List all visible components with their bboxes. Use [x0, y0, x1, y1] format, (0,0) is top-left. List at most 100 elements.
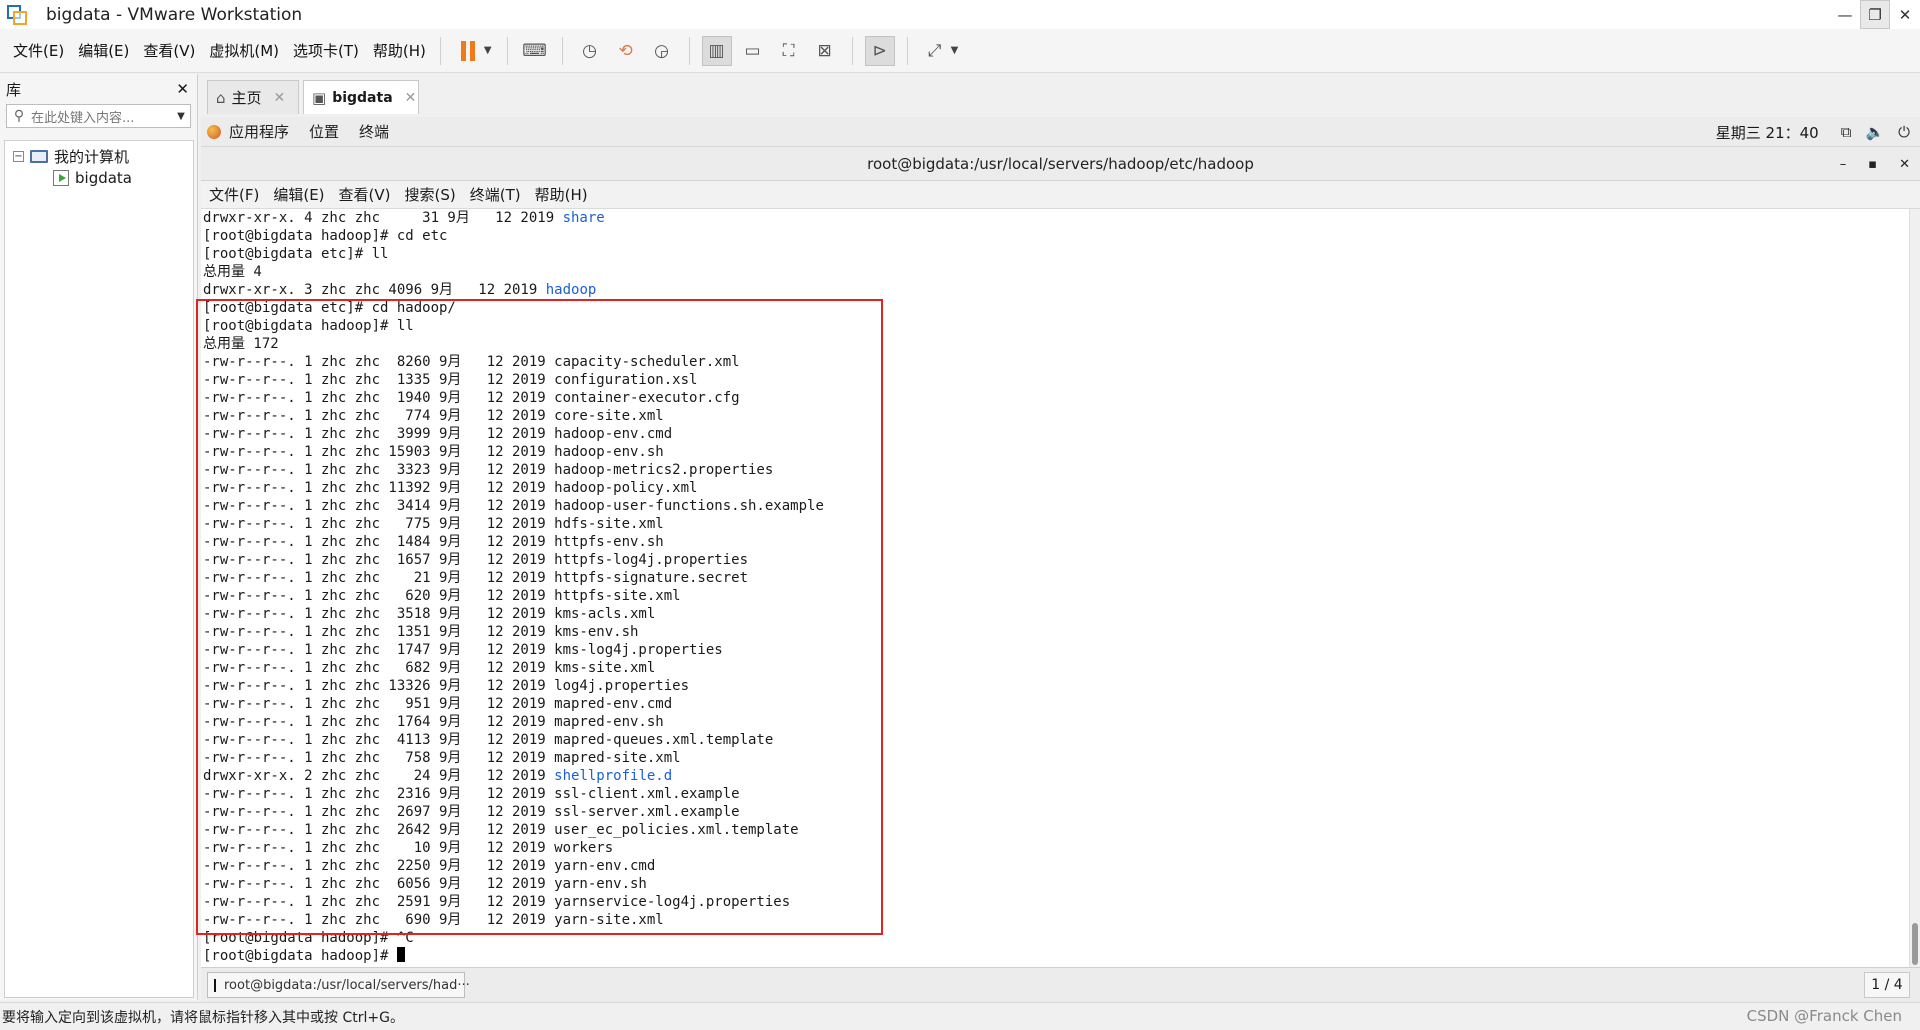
volume-icon[interactable]: 🔈: [1865, 123, 1884, 141]
menu-tabs[interactable]: 选项卡(T): [293, 40, 359, 61]
terminal-line: -rw-r--r--. 1 zhc zhc 951 9月 12 2019 map…: [203, 695, 672, 713]
applications-label: 应用程序: [229, 123, 290, 141]
terminal-line: -rw-r--r--. 1 zhc zhc 774 9月 12 2019 cor…: [203, 407, 664, 425]
terminal-line-text: -rw-r--r--. 1 zhc zhc 1657 9月 12 2019 ht…: [203, 552, 749, 568]
keyboard-icon: ⌨: [522, 40, 547, 61]
unity-button[interactable]: ⊠: [810, 36, 840, 66]
stretch-button[interactable]: ⤢: [920, 36, 950, 66]
terminal-line: 总用量 172: [203, 335, 279, 353]
terminal-menu[interactable]: 终端: [359, 121, 389, 142]
terminal-line: drwxr-xr-x. 2 zhc zhc 24 9月 12 2019 shel…: [203, 767, 672, 785]
snapshot-button[interactable]: ◷: [575, 36, 605, 66]
terminal-line-text: -rw-r--r--. 1 zhc zhc 1747 9月 12 2019 km…: [203, 642, 723, 658]
library-title: 库: [6, 80, 22, 99]
terminal-menu-terminal[interactable]: 终端(T): [470, 184, 521, 205]
terminal-line: -rw-r--r--. 1 zhc zhc 1335 9月 12 2019 co…: [203, 371, 697, 389]
terminal-line: [root@bigdata etc]# cd hadoop/: [203, 299, 456, 317]
terminal-line: [root@bigdata etc]# ll: [203, 245, 388, 263]
terminal-line: -rw-r--r--. 1 zhc zhc 620 9月 12 2019 htt…: [203, 587, 681, 605]
terminal-line-text: -rw-r--r--. 1 zhc zhc 951 9月 12 2019 map…: [203, 696, 673, 712]
terminal-line-text: -rw-r--r--. 1 zhc zhc 1940 9月 12 2019 co…: [203, 390, 740, 406]
tree-item-bigdata[interactable]: bigdata: [5, 167, 193, 189]
menu-view[interactable]: 查看(V): [143, 40, 195, 61]
terminal-close-button[interactable]: ✕: [1899, 157, 1910, 172]
console-view-button[interactable]: ⊳: [864, 35, 895, 66]
tab-close-icon[interactable]: ✕: [274, 90, 286, 106]
terminal-line-text: [root@bigdata hadoop]# ^C: [203, 930, 414, 946]
pause-icon: [460, 40, 475, 61]
full-screen-button[interactable]: ⛶: [774, 36, 804, 66]
vmware-logo-icon: [6, 4, 28, 26]
terminal-line-text: drwxr-xr-x. 2 zhc zhc 24 9月 12 2019: [203, 768, 555, 784]
menu-edit[interactable]: 编辑(E): [78, 40, 129, 61]
tree-item-label: 我的计算机: [54, 147, 130, 166]
terminal-output[interactable]: drwxr-xr-x. 4 zhc zhc 31 9月 12 2019 shar…: [201, 209, 1909, 967]
search-dropdown-icon[interactable]: ▼: [172, 111, 190, 122]
tree-item-my-computer[interactable]: − 我的计算机: [5, 145, 193, 167]
terminal-menu-file[interactable]: 文件(F): [209, 184, 259, 205]
computer-icon: [30, 149, 48, 163]
taskbar-terminal-item[interactable]: root@bigdata:/usr/local/servers/had···: [207, 972, 470, 998]
show-library-button[interactable]: ▥: [701, 35, 732, 66]
terminal-line: -rw-r--r--. 1 zhc zhc 1940 9月 12 2019 co…: [203, 389, 740, 407]
window-title: bigdata - VMware Workstation: [46, 4, 303, 25]
send-ctrl-alt-del-button[interactable]: ⌨: [520, 36, 550, 66]
snapshot-manager-button[interactable]: ◶: [647, 36, 677, 66]
pause-dropdown-icon[interactable]: ▼: [484, 45, 492, 56]
terminal-line: [root@bigdata hadoop]# cd etc: [203, 227, 447, 245]
search-icon: ⚲: [13, 108, 25, 124]
terminal-menu-view[interactable]: 查看(V): [339, 184, 391, 205]
library-search-input[interactable]: ⚲ 在此处键入内容... ▼: [6, 104, 191, 128]
power-icon[interactable]: ⏻: [1898, 123, 1910, 141]
terminal-line: -rw-r--r--. 1 zhc zhc 21 9月 12 2019 http…: [203, 569, 748, 587]
terminal-line: -rw-r--r--. 1 zhc zhc 2591 9月 12 2019 ya…: [203, 893, 790, 911]
restore-button[interactable]: ❐: [1860, 0, 1890, 29]
terminal-line-text: -rw-r--r--. 1 zhc zhc 10 9月 12 2019 work…: [203, 840, 614, 856]
watermark: CSDN @Franck Chen: [1746, 1007, 1902, 1025]
applications-menu[interactable]: 应用程序: [207, 121, 289, 142]
terminal-line: -rw-r--r--. 1 zhc zhc 3999 9月 12 2019 ha…: [203, 425, 672, 443]
terminal-line-text: -rw-r--r--. 1 zhc zhc 2591 9月 12 2019 ya…: [203, 894, 791, 910]
terminal-line: -rw-r--r--. 1 zhc zhc 3414 9月 12 2019 ha…: [203, 497, 824, 515]
terminal-scrollbar[interactable]: [1909, 209, 1920, 967]
tab-home[interactable]: ⌂ 主页 ✕: [207, 80, 299, 114]
places-menu[interactable]: 位置: [309, 121, 339, 142]
terminal-line: -rw-r--r--. 1 zhc zhc 1484 9月 12 2019 ht…: [203, 533, 664, 551]
show-thumbnail-bar-button[interactable]: ▭: [738, 36, 768, 66]
terminal-line-text: [root@bigdata hadoop]#: [203, 948, 397, 964]
terminal-line-text: -rw-r--r--. 1 zhc zhc 4113 9月 12 2019 ma…: [203, 732, 774, 748]
terminal-line: 总用量 4: [203, 263, 262, 281]
network-icon[interactable]: ⧉: [1841, 123, 1852, 141]
terminal-menu-edit[interactable]: 编辑(E): [273, 184, 324, 205]
menu-file[interactable]: 文件(E): [13, 40, 64, 61]
terminal-maximize-button[interactable]: ▪: [1868, 157, 1877, 172]
minimize-button[interactable]: —: [1830, 0, 1860, 29]
collapse-icon[interactable]: −: [13, 150, 24, 162]
terminal-menu-search[interactable]: 搜索(S): [405, 184, 456, 205]
stretch-dropdown-icon[interactable]: ▼: [951, 45, 959, 56]
terminal-line-text: 总用量 172: [203, 336, 279, 352]
menu-help[interactable]: 帮助(H): [373, 40, 426, 61]
library-panel: 库 ✕ ⚲ 在此处键入内容... ▼ − 我的计算机 bigdata: [0, 74, 198, 1000]
terminal-line: -rw-r--r--. 1 zhc zhc 11392 9月 12 2019 h…: [203, 479, 697, 497]
terminal-line-text: [root@bigdata hadoop]# cd etc: [203, 228, 448, 244]
tab-bigdata[interactable]: ▣ bigdata ✕: [303, 80, 419, 114]
applications-icon: [207, 124, 221, 139]
tab-label: 主页: [231, 89, 262, 107]
console-icon: ⊳: [872, 40, 887, 61]
menu-vm[interactable]: 虚拟机(M): [209, 40, 279, 61]
scroll-thumb[interactable]: [1912, 923, 1918, 965]
close-button[interactable]: ✕: [1890, 0, 1920, 29]
revert-snapshot-button[interactable]: ⟲: [611, 36, 641, 66]
library-close-icon[interactable]: ✕: [176, 80, 189, 98]
clock[interactable]: 星期三 21：40: [1716, 122, 1819, 143]
terminal-line: -rw-r--r--. 1 zhc zhc 2697 9月 12 2019 ss…: [203, 803, 740, 821]
terminal-minimize-button[interactable]: –: [1840, 157, 1847, 172]
pause-button[interactable]: [453, 36, 483, 66]
tab-close-icon[interactable]: ✕: [405, 90, 417, 106]
terminal-menu-help[interactable]: 帮助(H): [535, 184, 588, 205]
terminal-line: -rw-r--r--. 1 zhc zhc 3518 9月 12 2019 km…: [203, 605, 655, 623]
terminal-line: drwxr-xr-x. 4 zhc zhc 31 9月 12 2019 shar…: [203, 209, 605, 227]
terminal-line-text: -rw-r--r--. 1 zhc zhc 6056 9月 12 2019 ya…: [203, 876, 647, 892]
workspace-switcher[interactable]: 1 / 4: [1864, 972, 1910, 998]
